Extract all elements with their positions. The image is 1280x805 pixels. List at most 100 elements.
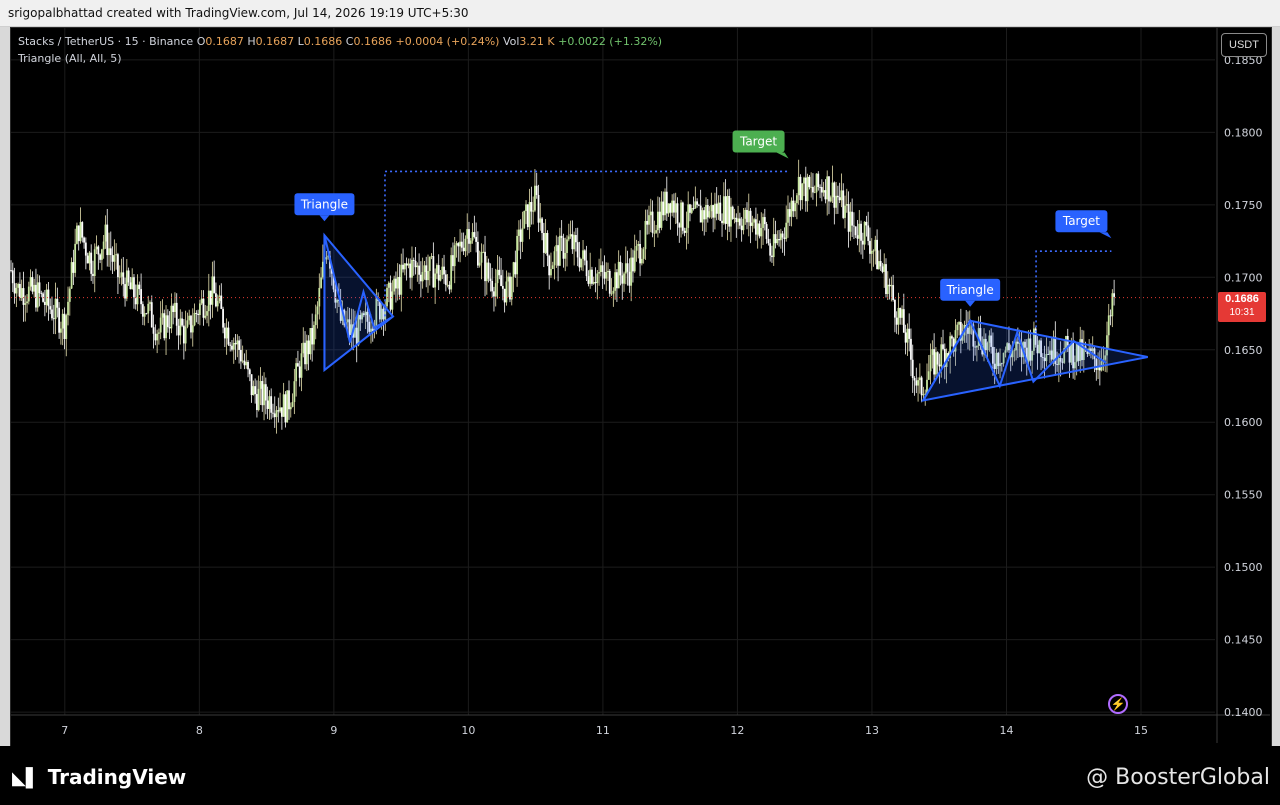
- candle-body: [26, 301, 28, 304]
- candle-body: [409, 263, 412, 278]
- candle-body: [902, 309, 905, 333]
- candle-body: [245, 361, 248, 366]
- candle-body: [867, 225, 870, 241]
- candle-body: [268, 396, 271, 409]
- lightning-icon[interactable]: ⚡: [1108, 694, 1128, 714]
- candle-body: [942, 344, 944, 349]
- candle-body: [197, 313, 200, 315]
- candle-body: [876, 239, 878, 270]
- candle-body: [844, 205, 846, 218]
- candle-body: [421, 271, 424, 282]
- candle-body: [391, 291, 394, 310]
- x-tick-label: 13: [865, 724, 879, 737]
- candle-body: [207, 290, 210, 312]
- candle-body: [418, 265, 420, 275]
- candle-body: [847, 204, 850, 232]
- target-label-text: Target: [1062, 214, 1100, 228]
- candle-body: [215, 293, 217, 307]
- candle-body: [737, 218, 739, 223]
- candle-body: [150, 302, 153, 328]
- candle-body: [177, 325, 180, 336]
- candle-body: [806, 176, 809, 202]
- candle-body: [810, 186, 813, 188]
- candle-body: [897, 307, 900, 325]
- candle-body: [797, 176, 800, 196]
- candle-body: [616, 272, 618, 289]
- candle-body: [705, 205, 707, 220]
- candle-body: [398, 276, 401, 295]
- candle-body: [519, 229, 522, 242]
- candle-body: [564, 252, 567, 259]
- currency-button[interactable]: USDT: [1221, 33, 1267, 57]
- candle-body: [838, 197, 841, 201]
- candle-body: [541, 218, 543, 233]
- candle-body: [728, 195, 731, 227]
- candle-body: [683, 230, 686, 233]
- candle-body: [280, 407, 283, 417]
- candle-body: [863, 221, 866, 245]
- indicator-legend[interactable]: Triangle (All, All, 5): [18, 52, 122, 65]
- volume-label: Vol: [502, 35, 520, 48]
- candle-body: [599, 265, 602, 273]
- candle-body: [690, 208, 693, 213]
- candle-body: [106, 224, 109, 256]
- candle-body: [894, 300, 896, 318]
- candle-body: [35, 284, 37, 308]
- candle-body: [52, 318, 55, 320]
- candle-body: [182, 325, 185, 344]
- candle-body: [199, 303, 201, 315]
- candle-body: [742, 218, 745, 231]
- candle-body: [633, 250, 636, 272]
- tradingview-logo: ◣▌ TradingView: [12, 765, 186, 789]
- candle-body: [689, 204, 691, 213]
- y-tick-label: 0.1750: [1224, 199, 1263, 212]
- candle-body: [459, 241, 461, 247]
- target-label-text: Target: [739, 134, 777, 148]
- candle-body: [738, 218, 741, 226]
- target-label-pointer: [776, 152, 789, 159]
- price-chart[interactable]: 0.18500.18000.17500.17000.16500.16000.15…: [0, 0, 1280, 805]
- candle-body: [722, 196, 725, 224]
- candle-body: [252, 386, 255, 396]
- candle-body: [496, 269, 499, 284]
- y-tick-label: 0.1600: [1224, 416, 1263, 429]
- candle-body: [43, 301, 46, 305]
- candle-body: [109, 248, 112, 256]
- candle-body: [273, 413, 276, 418]
- low-value: 0.1686: [303, 35, 343, 48]
- open-value: 0.1687: [205, 35, 244, 48]
- last-price-tag: 0.1686 10:31: [1218, 292, 1266, 322]
- candle-body: [293, 381, 296, 403]
- candle-body: [241, 360, 244, 362]
- candle-body: [172, 305, 175, 312]
- candle-body: [851, 211, 854, 226]
- candle-body: [111, 255, 114, 262]
- candle-body: [133, 277, 135, 298]
- candle-body: [560, 235, 563, 238]
- candle-body: [861, 240, 864, 245]
- candle-body: [204, 315, 207, 318]
- candle-body: [40, 293, 43, 294]
- candle-body: [956, 324, 959, 331]
- candle-body: [819, 186, 821, 188]
- candle-body: [163, 313, 166, 339]
- candle-body: [836, 195, 839, 198]
- target-label-pointer: [1099, 232, 1112, 239]
- candle-body: [934, 352, 937, 375]
- candle-body: [90, 252, 93, 274]
- candle-body: [630, 257, 633, 286]
- candle-body: [170, 305, 173, 329]
- candle-body: [238, 340, 241, 350]
- candle-body: [222, 308, 224, 328]
- candle-body: [156, 333, 159, 341]
- candle-body: [494, 283, 497, 297]
- candle-body: [523, 211, 526, 229]
- candle-body: [516, 235, 519, 275]
- candle-body: [389, 282, 392, 310]
- candle-body: [694, 201, 697, 209]
- x-tick-label: 8: [196, 724, 203, 737]
- candle-body: [184, 326, 187, 344]
- candle-body: [908, 328, 911, 339]
- candle-body: [305, 340, 308, 365]
- candle-body: [218, 295, 221, 301]
